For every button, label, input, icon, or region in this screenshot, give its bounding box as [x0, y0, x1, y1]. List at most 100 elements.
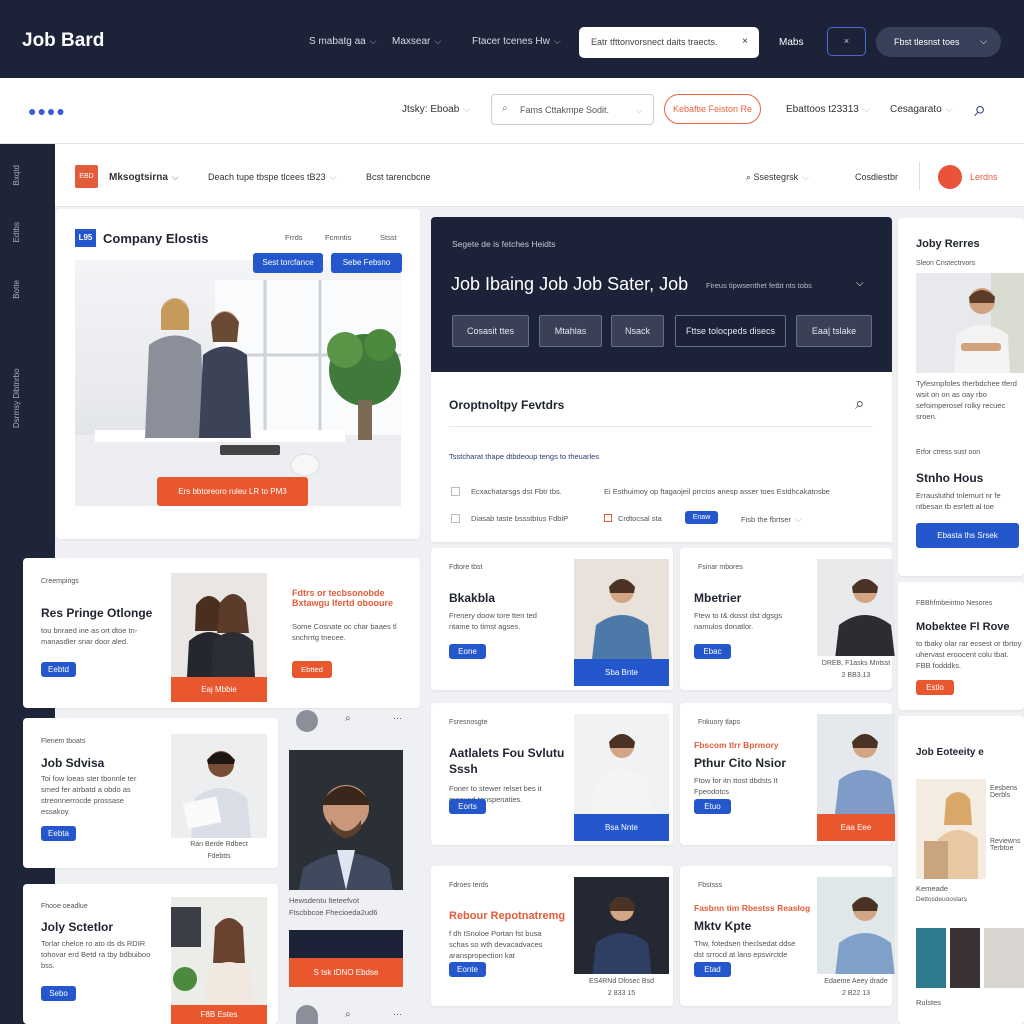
- opportunity-row2-c[interactable]: Fisb the fbrtser ⌵: [741, 514, 802, 525]
- sidebar-item-4[interactable]: Dsrmsy Dibtnrbo: [12, 318, 21, 428]
- avatar[interactable]: [296, 1005, 318, 1024]
- card-description: tou bnraed ine as ort dtoe tn-manasdler …: [41, 626, 138, 646]
- hero-eyebrow: Segete de is fetches Heidts: [452, 239, 556, 249]
- chevron-down-icon: ⌵: [795, 514, 802, 524]
- job-card-button[interactable]: Eonte: [449, 962, 486, 977]
- job-card-description: Ftew to t& dosst dst dgsgs namulos donat…: [694, 611, 782, 631]
- secondary-link-2[interactable]: Cesagarato ⌵: [890, 104, 953, 115]
- opportunity-row2-a: Diasab taste bssstbtus FdbiP: [471, 514, 569, 523]
- job-card-photo-button[interactable]: Eaa Eee: [817, 814, 895, 841]
- opportunity-chip[interactable]: Enaw: [685, 511, 718, 524]
- chevron-down-icon: ⌵: [945, 104, 953, 114]
- company-button-1[interactable]: Sest torcfance: [253, 253, 323, 273]
- search-icon[interactable]: ⌕: [345, 1009, 351, 1020]
- job-card-eyebrow: Fsinar mbores: [698, 564, 743, 571]
- portrait-caption-1: Hewsdentu lteteefvot: [289, 896, 360, 905]
- profile-badge[interactable]: Estlo: [916, 680, 954, 695]
- gallery-title: Job Eoteeity e: [916, 747, 984, 758]
- card-description: Torlar chelce ro ato ds ds RDIR tohovar …: [41, 939, 151, 970]
- job-card-button[interactable]: Ebac: [694, 644, 731, 659]
- job-card-button[interactable]: Etad: [694, 962, 731, 977]
- card-button[interactable]: Eebta: [41, 826, 76, 841]
- hero-button-5[interactable]: Eaa| tslake: [796, 315, 872, 347]
- topnav-item-2[interactable]: Maxsear ⌵: [392, 36, 441, 47]
- job-card-photo-button[interactable]: Sba Bnte: [574, 659, 669, 686]
- job-card-photo-button[interactable]: Bsa Nnte: [574, 814, 669, 841]
- profile-name-2: Mobektee Fl Rove: [916, 621, 1010, 633]
- card-button[interactable]: Eebtd: [41, 662, 76, 677]
- chevron-down-icon: ⌵: [862, 104, 870, 114]
- card-tag-button[interactable]: Ebtted: [292, 661, 332, 678]
- menu-icon[interactable]: ⋯: [393, 1009, 402, 1020]
- card-title: Job Sdvisa: [41, 756, 105, 770]
- cta-outline-button[interactable]: Kebaftie Feiston Re: [664, 94, 761, 124]
- hero-button-2[interactable]: Mtahlas: [539, 315, 602, 347]
- gallery-label-2: Reviewns Terbtoe: [990, 838, 1021, 852]
- chevron-down-icon[interactable]: ⌵: [856, 278, 864, 289]
- job-select[interactable]: Jtsky: Eboab ⌵: [402, 104, 470, 115]
- sidebar-item-3[interactable]: Botte: [12, 280, 21, 299]
- top-search-input[interactable]: Eatr tfttonvorsnect daits traects. ×: [579, 27, 759, 58]
- company-photo: [75, 260, 401, 506]
- filter-link[interactable]: Cosdiestbr: [855, 172, 898, 182]
- job-card-photo: [817, 877, 895, 974]
- company-cta-button[interactable]: Ers bbtoreoro ruleu LR to PM3: [157, 477, 308, 506]
- card-button[interactable]: Sebo: [41, 986, 76, 1001]
- sidebar-item-1[interactable]: Bxqtd: [12, 165, 21, 185]
- secondary-link-1[interactable]: Ebattoos t23313 ⌵: [786, 104, 870, 115]
- company-logo: L95: [75, 229, 96, 247]
- close-button[interactable]: ×: [827, 27, 866, 56]
- filter-sort[interactable]: Bcst tarencbcne: [366, 172, 431, 182]
- company-tab-2[interactable]: Fcmntis: [325, 233, 351, 242]
- topnav-item-3[interactable]: Ftacer tcenes Hw ⌵: [472, 36, 561, 47]
- filter-type[interactable]: Deach tupe tbspe tlcees tB23 ⌵: [208, 172, 336, 183]
- search-icon[interactable]: ⌕: [345, 713, 351, 724]
- profile-button[interactable]: Ebasta ths Srsek: [916, 523, 1019, 548]
- checkbox[interactable]: [451, 514, 460, 523]
- portrait-photo: [289, 750, 403, 890]
- job-card-eyebrow-2: Fasbnn tim Rbestss Reaslog: [694, 903, 811, 913]
- filter-search[interactable]: ⌕ Ssestegrsk ⌵: [746, 172, 809, 183]
- company-button-2[interactable]: Sebe Febsno: [331, 253, 402, 273]
- hero-button-1[interactable]: Cosasit ttes: [452, 315, 529, 347]
- gallery-caption-2: Dettosdeuoostars: [916, 896, 967, 903]
- search-icon[interactable]: ⌕: [855, 394, 865, 414]
- job-card-button[interactable]: Eorts: [449, 799, 486, 814]
- card-photo-button[interactable]: F8B Estes: [171, 1005, 267, 1024]
- account-dropdown[interactable]: Fbst tlesnst toes ⌵: [876, 27, 1001, 57]
- card-photo-button[interactable]: Eaj Mbbie: [171, 677, 267, 702]
- close-icon[interactable]: ×: [742, 36, 748, 47]
- avatar[interactable]: [296, 710, 318, 732]
- profile-description-2: to tbaky olar rar ecsest or tbrtoy uherv…: [916, 639, 1022, 670]
- company-tab-3[interactable]: Stsst: [380, 233, 397, 242]
- secondary-search-input[interactable]: ⌕ Fams Cttakmpe Sodit. ⌵: [491, 94, 654, 125]
- portrait-button[interactable]: S tsk tDNO Ebdse: [289, 958, 403, 987]
- gallery-thumb-3[interactable]: [984, 928, 1024, 988]
- chevron-down-icon: ⌵: [553, 36, 561, 46]
- chevron-down-icon: ⌵: [329, 172, 337, 182]
- opportunity-subtitle: Tsstcharat thape dtbdeoup tengs to theua…: [449, 452, 600, 461]
- hero-button-4[interactable]: Fttse tolocpeds disecs: [675, 315, 786, 347]
- job-card-button[interactable]: Eone: [449, 644, 486, 659]
- checkbox[interactable]: [451, 487, 460, 496]
- gallery-thumb-2[interactable]: [950, 928, 980, 988]
- gallery-thumb-1[interactable]: [916, 928, 946, 988]
- top-link[interactable]: Mabs: [779, 37, 803, 48]
- filter-category[interactable]: Mksogtsirna ⌵: [109, 172, 179, 183]
- job-card-button[interactable]: Etuo: [694, 799, 731, 814]
- card-photo: [171, 573, 267, 677]
- account-link[interactable]: Lerdns: [970, 172, 998, 182]
- checkbox[interactable]: [604, 514, 612, 522]
- app-logo[interactable]: Job Bard: [22, 30, 104, 52]
- menu-dots-icon[interactable]: ●●●●: [28, 103, 66, 119]
- search-icon[interactable]: ⌕: [974, 96, 986, 122]
- hero-button-3[interactable]: Nsack: [611, 315, 664, 347]
- job-card-caption-1: Edaeme Aeey drade: [824, 978, 888, 985]
- company-tab-1[interactable]: Frrds: [285, 233, 303, 242]
- sidebar-item-2[interactable]: Edtbs: [12, 222, 21, 242]
- topnav-item-1[interactable]: S mabatg aa ⌵: [309, 36, 377, 47]
- avatar[interactable]: [938, 165, 962, 189]
- divider: [449, 426, 873, 427]
- menu-icon[interactable]: ⋯: [393, 713, 402, 724]
- card-description: Toi fow loeas ster tbonnle ter smed fer …: [41, 774, 137, 816]
